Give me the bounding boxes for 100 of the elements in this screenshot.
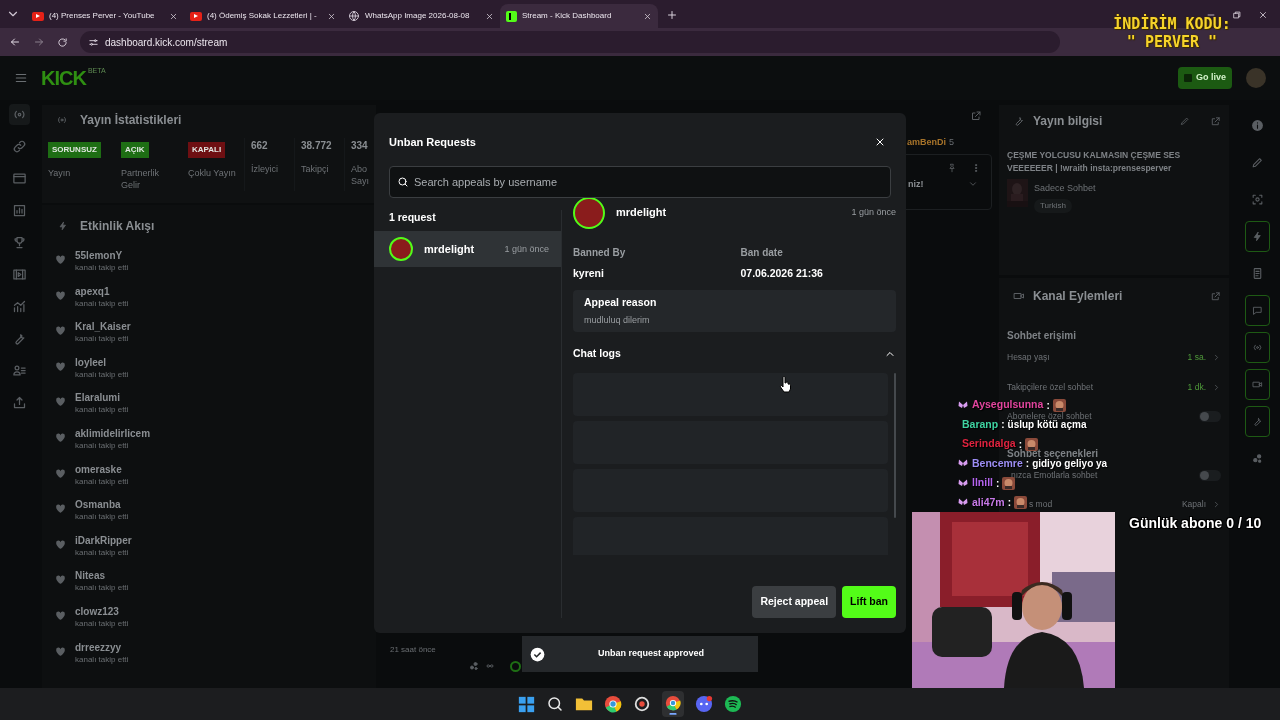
browser-tab[interactable]: Stream - Kick Dashboard: [500, 4, 658, 28]
activity-text: kanalı takip etti: [75, 368, 129, 380]
status-badge: KAPALI: [188, 142, 226, 158]
browser-tab[interactable]: (4) Prenses Perver - YouTube: [26, 4, 184, 28]
panel-title: Yayın İstatistikleri: [80, 112, 182, 129]
section-heading: Sohbet erişimi: [1007, 329, 1077, 343]
follower-name: Niteas: [75, 569, 105, 583]
lift-ban-button[interactable]: Lift ban: [842, 586, 896, 618]
video-site-icon: [190, 11, 202, 21]
search-icon[interactable]: [546, 695, 564, 713]
pin-icon[interactable]: [947, 162, 957, 173]
wrench-icon[interactable]: [1245, 406, 1270, 437]
stat-label: Takipçi: [301, 163, 329, 175]
toggle-switch[interactable]: [1199, 469, 1221, 481]
chevron-right-icon[interactable]: [1212, 382, 1221, 392]
setting-value: 1 dk.: [1187, 380, 1206, 394]
ban-date-value: 07.06.2026 21:36: [739, 265, 824, 281]
section-title: Chat logs: [573, 346, 621, 362]
browser-icon[interactable]: [604, 695, 622, 713]
popout-icon[interactable]: [970, 110, 982, 122]
stream-title: ÇEŞME YOLCUSU KALMASIN ÇEŞME SES VEEEEEER | !wraith insta:prensesperver: [1007, 149, 1182, 175]
reject-appeal-button[interactable]: Reject appeal: [752, 586, 837, 618]
site-info-icon[interactable]: [88, 36, 99, 48]
back-icon[interactable]: [9, 36, 21, 48]
close-icon[interactable]: [485, 11, 494, 21]
video-site-icon: [32, 11, 44, 21]
emote-menu-icon[interactable]: [468, 660, 480, 672]
follower-name: drreezzyy: [75, 640, 122, 654]
request-item[interactable]: mrdelight 1 gün önce: [374, 231, 561, 268]
emote-icon: [1014, 496, 1028, 510]
avatar: [573, 196, 605, 229]
chat-icon[interactable]: [1245, 295, 1270, 326]
tab-title: (4) Ödemiş Sokak Lezzetleri | -: [207, 10, 318, 22]
browser-icon[interactable]: [662, 691, 684, 717]
colon-separator: :: [996, 476, 1000, 491]
avatar: [389, 237, 413, 262]
start-icon[interactable]: [518, 695, 535, 713]
setting-value: Kapalı: [1181, 498, 1206, 512]
activity-text: kanalı takip etti: [75, 333, 129, 345]
field-label: Banned By: [573, 245, 627, 260]
tab-title: Stream - Kick Dashboard: [522, 10, 613, 22]
heart-icon: [54, 359, 67, 373]
colon-separator: :: [1001, 418, 1005, 433]
colon-separator: :: [1007, 496, 1012, 511]
promo-code-text: " PERVER ": [1126, 33, 1218, 51]
menu-icon[interactable]: [14, 71, 28, 85]
follower-name: Elaralumi: [75, 391, 121, 405]
setting-label: s mod: [1029, 498, 1054, 512]
toggle-switch[interactable]: [1199, 411, 1221, 423]
chevron-right-icon[interactable]: [1212, 500, 1221, 510]
check-icon: [530, 646, 545, 662]
close-icon[interactable]: [643, 11, 652, 21]
popout-icon[interactable]: [1210, 115, 1221, 127]
kick-logo[interactable]: KICK: [41, 68, 86, 88]
chat-app-icon[interactable]: [695, 695, 713, 713]
bolt-icon[interactable]: [1245, 221, 1270, 252]
new-tab-icon[interactable]: [666, 9, 678, 21]
broadcast-icon[interactable]: [1245, 332, 1270, 363]
go-live-button[interactable]: Go live: [1178, 67, 1232, 89]
setting-label: Takipçilere özel sohbet: [1007, 380, 1094, 394]
close-icon[interactable]: [1258, 10, 1268, 20]
language-tag: Turkish: [1034, 198, 1072, 213]
restore-icon[interactable]: [1232, 10, 1242, 20]
reload-icon[interactable]: [57, 36, 68, 48]
camera-icon[interactable]: [1245, 369, 1270, 400]
forward-icon[interactable]: [33, 36, 45, 48]
activity-text: kanalı takip etti: [75, 262, 129, 273]
stat-value: 334: [351, 139, 369, 153]
browser-tab[interactable]: (4) Ödemiş Sokak Lezzetleri | -: [184, 4, 342, 28]
browser-tab[interactable]: WhatsApp Image 2026-08-08: [342, 4, 500, 28]
music-app-icon[interactable]: [724, 695, 742, 713]
chat-username: llnill: [972, 475, 993, 491]
follower-name: iDarkRipper: [75, 533, 132, 547]
wrench-icon: [1013, 115, 1025, 127]
status-badge: SORUNSUZ: [48, 142, 101, 158]
close-icon[interactable]: [169, 11, 178, 21]
sub-goal-text: Günlük abone 0 / 10: [1129, 514, 1262, 533]
search-field[interactable]: Search appeals by username: [389, 165, 891, 198]
hand-cursor-icon: [779, 376, 792, 393]
activity-text: kanalı takip etti: [75, 617, 129, 629]
close-icon[interactable]: [327, 11, 336, 21]
chevron-right-icon[interactable]: [1212, 353, 1221, 363]
address-bar[interactable]: dashboard.kick.com/stream: [80, 31, 1060, 53]
follower-name: 55lemonY: [75, 249, 123, 262]
follower-name: loyleel: [75, 355, 107, 369]
field-label: Ban date: [739, 245, 784, 260]
chat-logs-header[interactable]: Chat logs: [573, 346, 896, 362]
timestamp: 21 saat önce: [390, 644, 436, 656]
broadcast-icon[interactable]: [8, 104, 30, 125]
panel-title: Etkinlik Akışı: [80, 218, 155, 235]
scrollbar[interactable]: [894, 373, 896, 518]
follower-name: omeraske: [75, 462, 122, 476]
app-icon[interactable]: [633, 695, 651, 713]
edit-icon[interactable]: [1180, 116, 1190, 126]
activity-text: kanalı takip etti: [75, 297, 129, 309]
setting-label: Hesap yaşı: [1007, 351, 1051, 365]
popout-icon[interactable]: [1210, 290, 1221, 302]
request-time: 1 gün önce: [851, 205, 896, 219]
colon-separator: :: [1046, 398, 1050, 412]
heart-icon: [54, 502, 67, 516]
